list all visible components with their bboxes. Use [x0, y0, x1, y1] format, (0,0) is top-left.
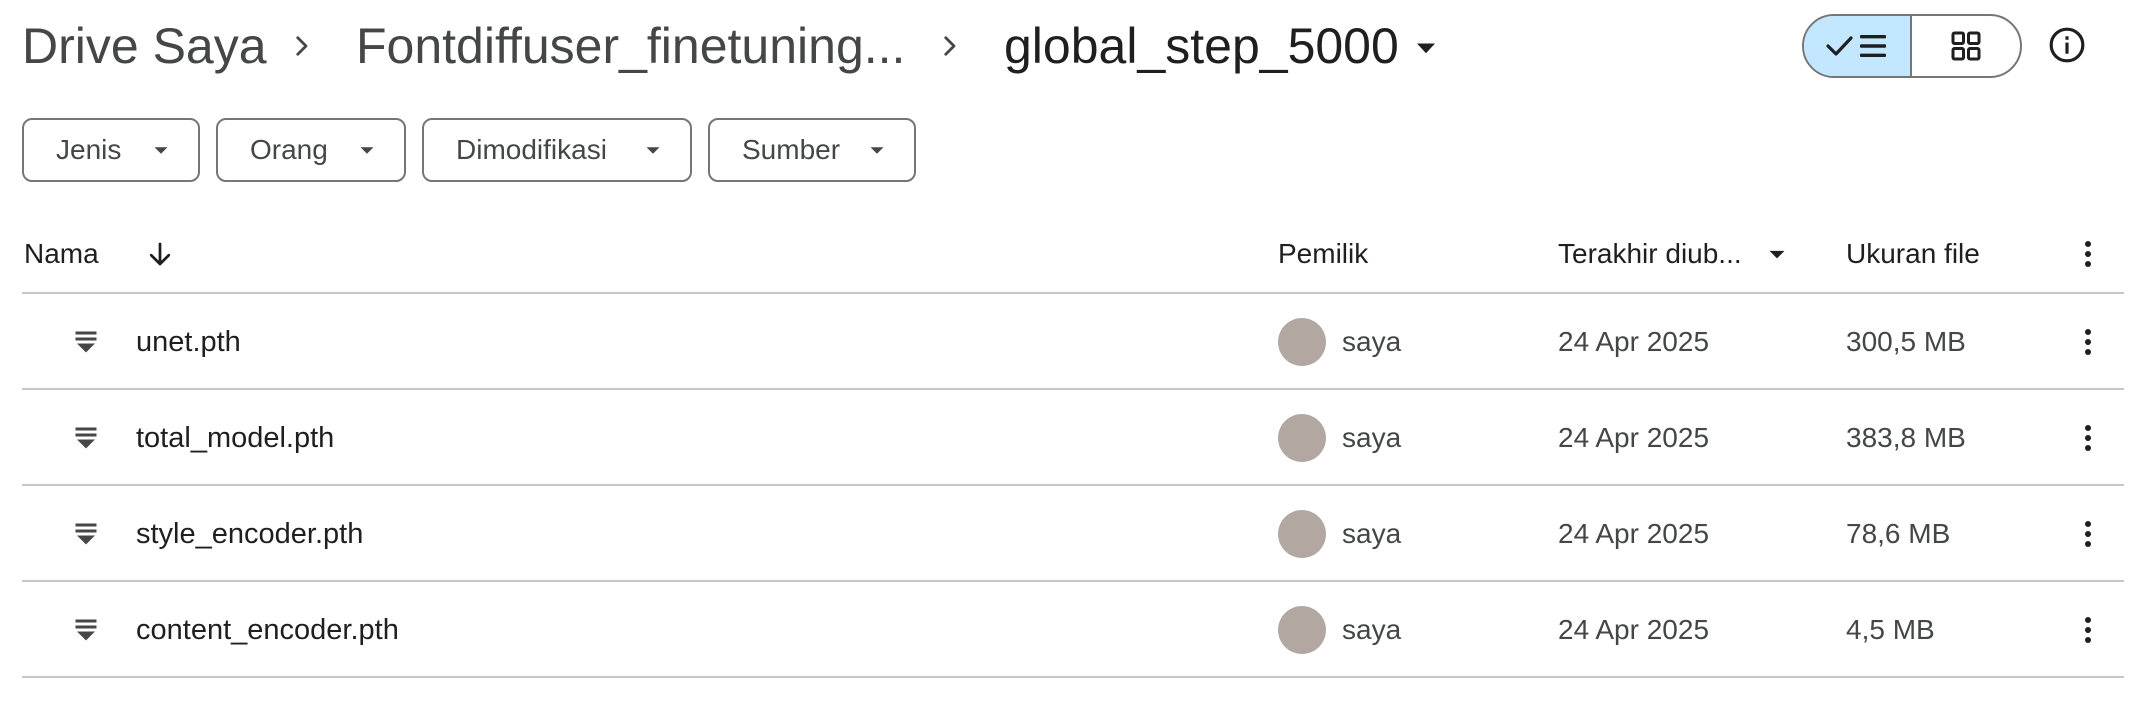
avatar	[1278, 510, 1326, 558]
owner-name: saya	[1342, 326, 1402, 357]
column-header-owner[interactable]: Pemilik	[1278, 232, 1368, 276]
check-list-icon	[1824, 30, 1890, 62]
filter-type-chip[interactable]: Jenis	[22, 118, 200, 182]
file-size: 383,8 MB	[1846, 422, 1966, 453]
chevron-right-icon	[926, 22, 974, 70]
caret-down-icon[interactable]	[1762, 232, 1792, 276]
table-row[interactable]: unet.pth saya 24 Apr 2025 300,5 MB	[22, 294, 2124, 390]
modified-date: 24 Apr 2025	[1558, 614, 1710, 645]
file-generic-icon	[75, 619, 97, 641]
column-header-size[interactable]: Ukuran file	[1846, 232, 1980, 276]
filter-label: Dimodifikasi	[456, 134, 607, 165]
more-vert-icon[interactable]	[2064, 606, 2112, 654]
file-generic-icon	[75, 427, 97, 449]
caret-down-icon	[646, 147, 660, 154]
grid-view-button[interactable]	[1912, 16, 2020, 76]
owner-name: saya	[1342, 422, 1402, 453]
avatar	[1278, 414, 1326, 462]
file-name: content_encoder.pth	[136, 614, 399, 646]
breadcrumb-parent[interactable]: Fontdiffuser_finetuning...	[356, 12, 905, 80]
column-header-name[interactable]: Nama	[24, 232, 99, 276]
modified-date: 24 Apr 2025	[1558, 422, 1710, 453]
filter-source-chip[interactable]: Sumber	[708, 118, 916, 182]
modified-date: 24 Apr 2025	[1558, 326, 1710, 357]
more-vert-icon[interactable]	[2064, 232, 2112, 276]
filter-label: Orang	[250, 134, 328, 165]
caret-down-icon	[154, 147, 168, 154]
filter-people-chip[interactable]: Orang	[216, 118, 406, 182]
info-button[interactable]	[2042, 22, 2092, 72]
file-generic-icon	[75, 523, 97, 545]
more-vert-icon[interactable]	[2064, 318, 2112, 366]
modified-date: 24 Apr 2025	[1558, 518, 1710, 549]
view-toggle	[1802, 14, 2022, 78]
file-generic-icon	[75, 331, 97, 353]
header-bar: Drive Saya Fontdiffuser_finetuning... gl…	[0, 0, 2134, 92]
column-header-modified[interactable]: Terakhir diub...	[1558, 232, 1742, 276]
file-size: 300,5 MB	[1846, 326, 1966, 357]
filter-label: Jenis	[56, 134, 122, 165]
info-icon	[2048, 26, 2086, 69]
more-vert-icon[interactable]	[2064, 414, 2112, 462]
chevron-right-icon	[278, 22, 326, 70]
caret-down-icon	[360, 147, 374, 154]
owner-name: saya	[1342, 518, 1402, 549]
file-size: 78,6 MB	[1846, 518, 1951, 549]
breadcrumb-current[interactable]: global_step_5000	[1004, 12, 1399, 80]
avatar	[1278, 606, 1326, 654]
table-row[interactable]: style_encoder.pth saya 24 Apr 2025 78,6 …	[22, 486, 2124, 582]
arrow-down-icon[interactable]	[140, 232, 180, 276]
table-row[interactable]: content_encoder.pth saya 24 Apr 2025 4,5…	[22, 582, 2124, 678]
filter-label: Sumber	[742, 134, 841, 165]
divider	[22, 676, 2124, 678]
caret-down-icon	[870, 147, 884, 154]
more-vert-icon[interactable]	[2064, 510, 2112, 558]
caret-down-icon[interactable]	[1408, 30, 1444, 66]
table-row[interactable]: total_model.pth saya 24 Apr 2025 383,8 M…	[22, 390, 2124, 486]
file-name: unet.pth	[136, 326, 241, 358]
grid-icon	[1950, 30, 1982, 62]
avatar	[1278, 318, 1326, 366]
file-name: total_model.pth	[136, 422, 335, 454]
breadcrumb-root[interactable]: Drive Saya	[22, 12, 267, 80]
owner-name: saya	[1342, 614, 1402, 645]
filter-modified-chip[interactable]: Dimodifikasi	[422, 118, 692, 182]
file-size: 4,5 MB	[1846, 614, 1935, 645]
file-name: style_encoder.pth	[136, 518, 364, 550]
list-view-button[interactable]	[1804, 16, 1913, 76]
